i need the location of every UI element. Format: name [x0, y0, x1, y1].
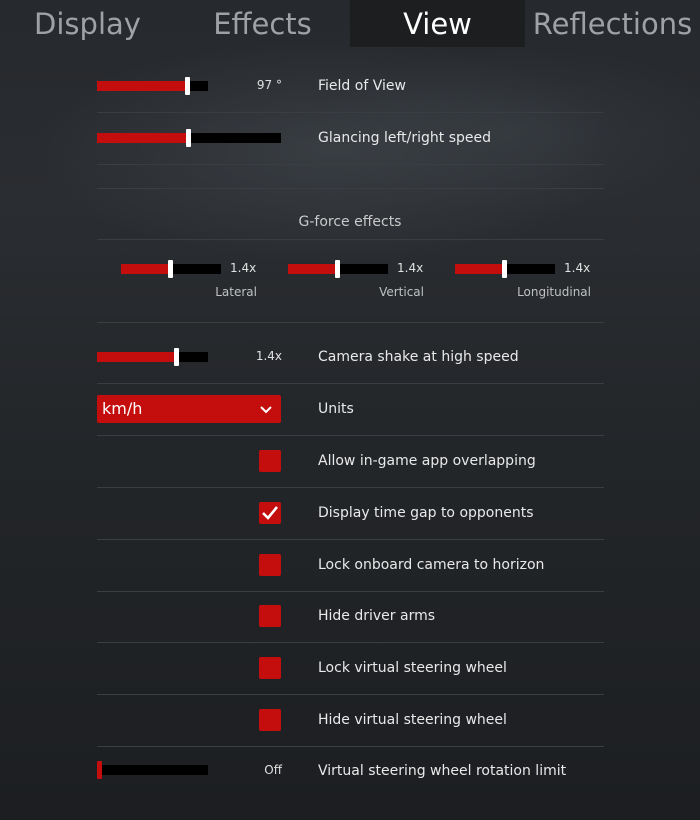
time-gap-checkbox[interactable] [259, 502, 281, 524]
tab-bar: Display Effects View Reflections [0, 0, 700, 47]
field-of-view-slider[interactable] [97, 77, 208, 95]
lock-steering-wheel-label: Lock virtual steering wheel [318, 660, 507, 676]
tab-display[interactable]: Display [0, 0, 175, 47]
gforce-vertical: 1.4x Vertical [288, 258, 458, 303]
lock-camera-horizon-label: Lock onboard camera to horizon [318, 557, 545, 573]
gforce-longitudinal-slider-fill [455, 264, 505, 274]
glancing-speed-label: Glancing left/right speed [318, 130, 492, 146]
gforce-longitudinal-slider[interactable] [455, 260, 555, 278]
time-gap-label: Display time gap to opponents [318, 505, 534, 521]
steering-limit-row: Off Virtual steering wheel rotation limi… [97, 745, 604, 797]
gforce-lateral-label: Lateral [215, 285, 257, 299]
units-dropdown-value: km/h [102, 399, 143, 418]
camera-shake-label: Camera shake at high speed [318, 349, 519, 365]
checkbox-row: Lock virtual steering wheel [97, 642, 604, 695]
checkbox-row: Lock onboard camera to horizon [97, 539, 604, 592]
checkbox-row: Allow in-game app overlapping [97, 435, 604, 488]
hide-steering-wheel-label: Hide virtual steering wheel [318, 712, 507, 728]
units-row: km/h Units [97, 383, 604, 436]
gforce-vertical-value: 1.4x [397, 261, 424, 275]
field-of-view-value: 97 ° [256, 78, 282, 92]
separator-row [97, 164, 604, 189]
camera-shake-row: 1.4x Camera shake at high speed [97, 331, 604, 384]
hide-steering-wheel-checkbox[interactable] [259, 709, 281, 731]
camera-shake-slider-thumb[interactable] [174, 348, 179, 366]
tab-effects[interactable]: Effects [175, 0, 350, 47]
app-overlapping-label: Allow in-game app overlapping [318, 453, 536, 469]
gforce-longitudinal-value: 1.4x [564, 261, 591, 275]
hide-driver-arms-label: Hide driver arms [318, 608, 436, 624]
hide-driver-arms-checkbox[interactable] [259, 605, 281, 627]
gforce-lateral: 1.4x Lateral [121, 258, 291, 303]
lock-steering-wheel-checkbox[interactable] [259, 657, 281, 679]
tab-view[interactable]: View [350, 0, 525, 47]
gforce-vertical-slider[interactable] [288, 260, 388, 278]
chevron-down-icon [259, 401, 273, 420]
steering-limit-slider-thumb[interactable] [97, 761, 102, 779]
steering-limit-value: Off [264, 763, 282, 777]
checkbox-row: Display time gap to opponents [97, 487, 604, 540]
gforce-longitudinal-label: Longitudinal [517, 285, 591, 299]
glancing-speed-row: Glancing left/right speed [97, 112, 604, 165]
checkbox-row: Hide virtual steering wheel [97, 694, 604, 747]
gforce-lateral-slider[interactable] [121, 260, 221, 278]
glancing-speed-slider-fill [97, 133, 189, 143]
steering-limit-slider[interactable] [97, 761, 208, 779]
gforce-section-title: G-force effects [298, 214, 402, 230]
steering-limit-label: Virtual steering wheel rotation limit [318, 763, 567, 779]
gforce-lateral-slider-fill [121, 264, 171, 274]
gforce-lateral-slider-thumb[interactable] [168, 260, 173, 278]
gforce-divider [97, 239, 604, 240]
checkbox-row: Hide driver arms [97, 590, 604, 643]
camera-shake-slider-fill [97, 352, 177, 362]
app-overlapping-checkbox[interactable] [259, 450, 281, 472]
glancing-speed-slider[interactable] [97, 129, 281, 147]
field-of-view-label: Field of View [318, 78, 406, 94]
gforce-vertical-slider-thumb[interactable] [335, 260, 340, 278]
camera-shake-slider[interactable] [97, 348, 208, 366]
units-dropdown[interactable]: km/h [97, 395, 281, 423]
field-of-view-row: 97 ° Field of View [97, 60, 604, 113]
gforce-vertical-slider-fill [288, 264, 338, 274]
gforce-divider-bottom [97, 322, 604, 323]
camera-shake-value: 1.4x [255, 349, 282, 363]
units-label: Units [318, 401, 354, 417]
tab-reflections[interactable]: Reflections [525, 0, 700, 47]
checkmark-icon [262, 506, 279, 520]
lock-camera-horizon-checkbox[interactable] [259, 554, 281, 576]
glancing-speed-slider-thumb[interactable] [186, 129, 191, 147]
field-of-view-slider-thumb[interactable] [185, 77, 190, 95]
gforce-longitudinal-slider-thumb[interactable] [502, 260, 507, 278]
gforce-longitudinal: 1.4x Longitudinal [455, 258, 625, 303]
field-of-view-slider-fill [97, 81, 188, 91]
gforce-vertical-label: Vertical [379, 285, 424, 299]
gforce-lateral-value: 1.4x [230, 261, 257, 275]
